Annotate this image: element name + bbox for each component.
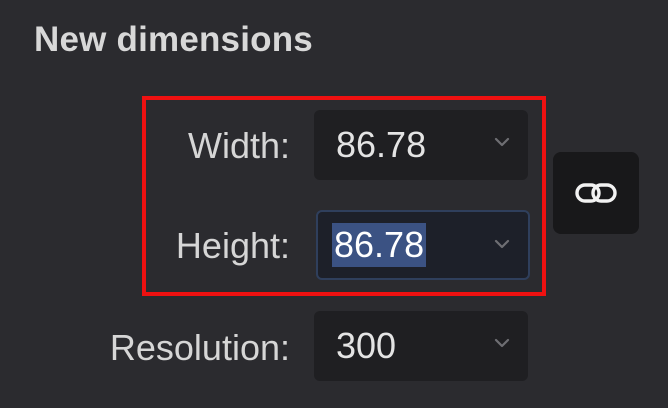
link-icon <box>575 183 617 203</box>
section-title: New dimensions <box>34 20 313 59</box>
width-field[interactable]: 86.78 <box>314 110 528 180</box>
resolution-value[interactable]: 300 <box>334 324 398 368</box>
width-value[interactable]: 86.78 <box>334 123 428 167</box>
height-label: Height: <box>175 225 290 266</box>
chevron-down-icon[interactable] <box>492 333 512 353</box>
chevron-down-icon[interactable] <box>492 132 512 152</box>
resolution-label: Resolution: <box>109 327 290 368</box>
height-field[interactable]: 86.78 <box>316 210 530 280</box>
height-value[interactable]: 86.78 <box>332 223 427 267</box>
chevron-down-icon[interactable] <box>492 234 512 254</box>
new-dimensions-panel: New dimensions Width: 86.78 Height: 86.7… <box>0 0 668 408</box>
width-label: Width: <box>187 125 290 166</box>
resolution-field[interactable]: 300 <box>314 311 528 381</box>
constrain-proportions-button[interactable] <box>553 152 639 234</box>
